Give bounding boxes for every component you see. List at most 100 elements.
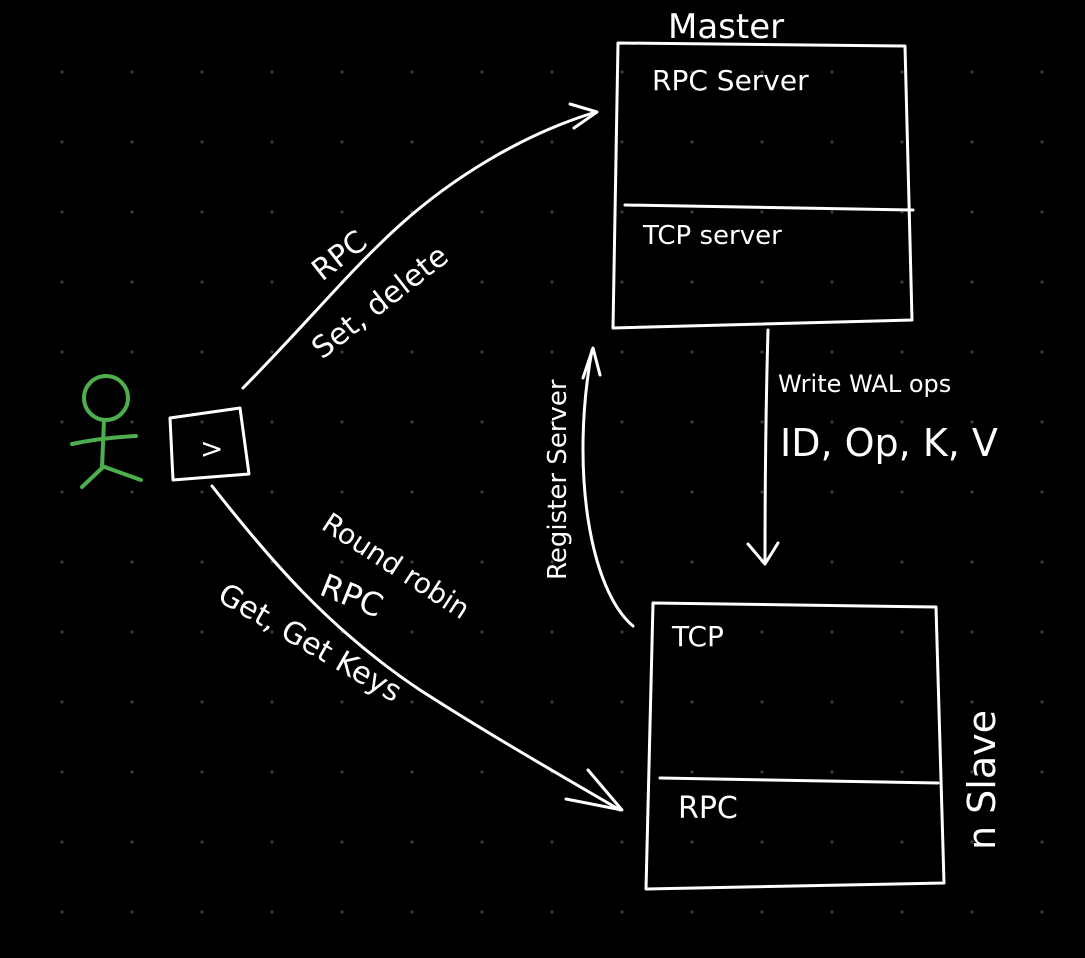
grid-dot <box>760 210 764 214</box>
grid-dot <box>1040 140 1044 144</box>
grid-dot <box>480 840 484 844</box>
grid-dot <box>690 420 694 424</box>
grid-dot <box>200 350 204 354</box>
grid-dot <box>760 700 764 704</box>
grid-dot <box>900 910 904 914</box>
grid-dot <box>60 280 64 284</box>
grid-dot <box>690 770 694 774</box>
grid-dot <box>830 490 834 494</box>
grid-dot <box>130 560 134 564</box>
grid-dot <box>340 770 344 774</box>
grid-dot <box>270 490 274 494</box>
grid-dot <box>340 700 344 704</box>
grid-dot <box>830 210 834 214</box>
grid-dot <box>970 630 974 634</box>
grid-dot <box>60 490 64 494</box>
grid-dot <box>760 280 764 284</box>
slave-rpc-section-label: RPC <box>678 791 738 826</box>
grid-dot <box>830 630 834 634</box>
grid-dot <box>900 490 904 494</box>
grid-dot <box>900 350 904 354</box>
grid-dot <box>60 420 64 424</box>
grid-dot <box>550 70 554 74</box>
grid-dot <box>480 700 484 704</box>
grid-dot <box>620 210 624 214</box>
grid-dot <box>830 840 834 844</box>
grid-dot <box>480 770 484 774</box>
grid-dot <box>620 910 624 914</box>
grid-dot <box>270 70 274 74</box>
grid-dot <box>550 280 554 284</box>
grid-dot <box>1040 280 1044 284</box>
grid-dot <box>1040 700 1044 704</box>
grid-dot <box>900 700 904 704</box>
grid-dot <box>130 910 134 914</box>
grid-dot <box>60 630 64 634</box>
master-title: Master <box>668 7 784 47</box>
grid-dot <box>760 420 764 424</box>
edge-slave-to-master: Register Server <box>543 346 635 628</box>
grid-dot <box>410 420 414 424</box>
grid-dot <box>1040 210 1044 214</box>
grid-dot <box>270 420 274 424</box>
grid-dot <box>1040 560 1044 564</box>
grid-dot <box>970 700 974 704</box>
grid-dot <box>270 910 274 914</box>
grid-dot <box>690 700 694 704</box>
master-rpc-section-label: RPC Server <box>652 64 809 97</box>
grid-dot <box>690 210 694 214</box>
grid-dot <box>130 350 134 354</box>
grid-dot <box>970 910 974 914</box>
slave-node: TCP RPC n Slave <box>644 601 1004 891</box>
grid-dot <box>340 420 344 424</box>
grid-dot <box>550 350 554 354</box>
grid-dot <box>690 840 694 844</box>
slave-tcp-section-label: TCP <box>671 620 724 653</box>
grid-dot <box>200 840 204 844</box>
grid-dot <box>60 70 64 74</box>
grid-dot <box>830 700 834 704</box>
edge-master-to-slave: Write WAL ops ID, Op, K, V <box>746 328 998 566</box>
grid-dot <box>60 140 64 144</box>
grid-dot <box>60 210 64 214</box>
grid-dot <box>480 350 484 354</box>
grid-dot <box>60 350 64 354</box>
grid-dot <box>620 280 624 284</box>
grid-dot <box>340 140 344 144</box>
grid-dot <box>410 490 414 494</box>
grid-dot <box>970 280 974 284</box>
client-terminal-icon: > <box>168 406 251 482</box>
grid-dot <box>60 770 64 774</box>
grid-dot <box>410 630 414 634</box>
grid-dot <box>130 140 134 144</box>
grid-dot <box>830 910 834 914</box>
grid-dot <box>1040 840 1044 844</box>
grid-dot <box>480 630 484 634</box>
grid-dot <box>1040 350 1044 354</box>
grid-dot <box>130 70 134 74</box>
grid-dot <box>340 560 344 564</box>
grid-dot <box>200 280 204 284</box>
grid-dot <box>200 210 204 214</box>
grid-dot <box>410 910 414 914</box>
grid-dot <box>690 560 694 564</box>
grid-dot <box>970 350 974 354</box>
actor-stick-figure-icon <box>70 374 143 489</box>
grid-dot <box>130 770 134 774</box>
grid-dot <box>970 140 974 144</box>
grid-dot <box>970 490 974 494</box>
grid-dot <box>830 350 834 354</box>
grid-dot <box>480 70 484 74</box>
grid-dot <box>760 910 764 914</box>
grid-dot <box>60 910 64 914</box>
grid-dot <box>410 770 414 774</box>
grid-dot <box>200 630 204 634</box>
grid-dot <box>130 210 134 214</box>
grid-dot <box>200 770 204 774</box>
grid-dot <box>60 560 64 564</box>
grid-dot <box>900 280 904 284</box>
grid-dot <box>410 70 414 74</box>
grid-dot <box>760 630 764 634</box>
grid-dot <box>620 840 624 844</box>
grid-dot <box>200 140 204 144</box>
